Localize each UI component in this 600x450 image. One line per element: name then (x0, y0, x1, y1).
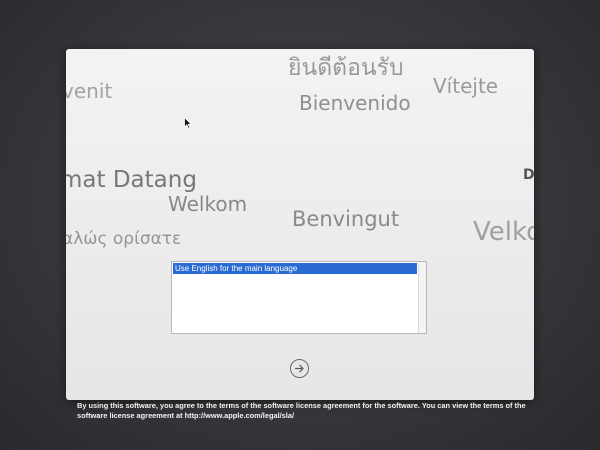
language-list[interactable]: Use English for the main language (171, 261, 427, 334)
greeting-datang: mat Datang (66, 167, 197, 193)
greeting-bienvenido: Bienvenido (299, 91, 411, 115)
greeting-vitejte: Vítejte (433, 74, 499, 98)
greeting-greek: αλώς ορίσατε (66, 229, 182, 249)
greeting-benvingut: Benvingut (292, 207, 400, 231)
greeting-thai: ยินดีต้อนรับ (288, 55, 404, 81)
welcome-panel: ยินดีต้อนรับ venit Bienvenido Vítejte ma… (66, 49, 534, 400)
language-option-english[interactable]: Use English for the main language (173, 263, 417, 274)
greeting-welkom: Welkom (168, 192, 248, 216)
greeting-venit: venit (66, 79, 113, 103)
license-link[interactable]: http://www.apple.com/legal/sla/ (185, 411, 294, 420)
license-text: By using this software, you agree to the… (77, 401, 526, 420)
greeting-velkom: Velko (473, 217, 534, 247)
license-notice: By using this software, you agree to the… (77, 401, 527, 421)
arrow-right-icon (294, 364, 304, 373)
continue-button[interactable] (290, 359, 309, 378)
language-list-scrollbar[interactable] (418, 262, 426, 333)
mouse-cursor-icon (184, 117, 192, 129)
greeting-d: D (523, 167, 534, 183)
